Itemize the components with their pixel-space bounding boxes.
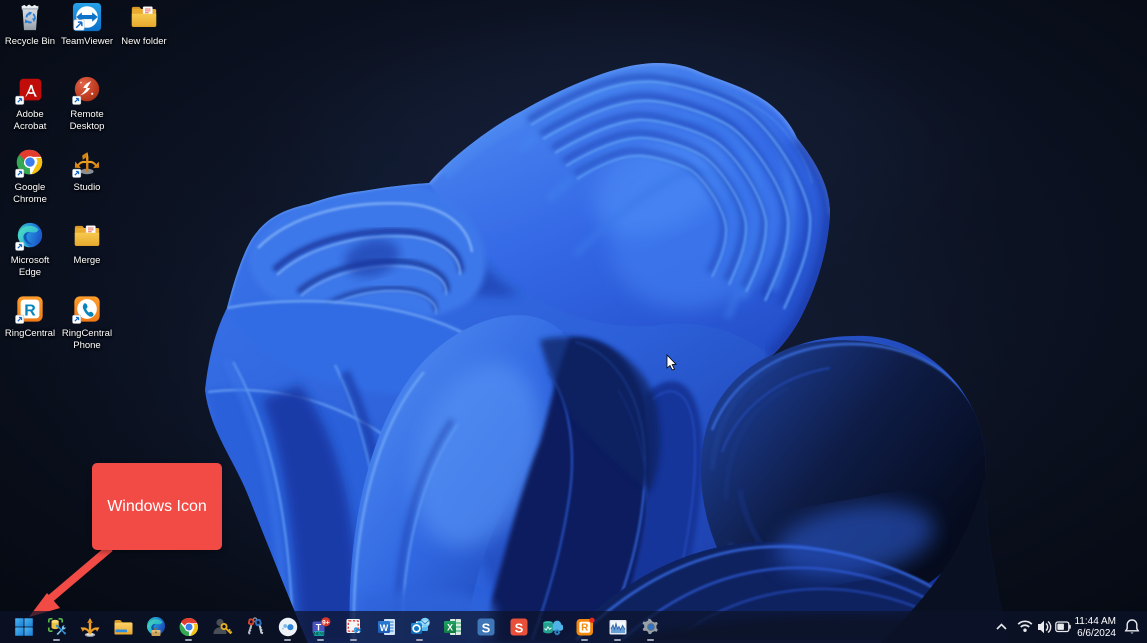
svg-text:NEW: NEW	[313, 631, 324, 636]
svg-text:R: R	[24, 303, 36, 320]
svg-text:R: R	[581, 623, 589, 634]
svg-text:X: X	[446, 623, 452, 633]
svg-text:W: W	[379, 623, 388, 633]
svg-text:9+: 9+	[322, 619, 330, 626]
svg-text:S: S	[481, 620, 490, 635]
svg-text:S: S	[514, 620, 523, 635]
